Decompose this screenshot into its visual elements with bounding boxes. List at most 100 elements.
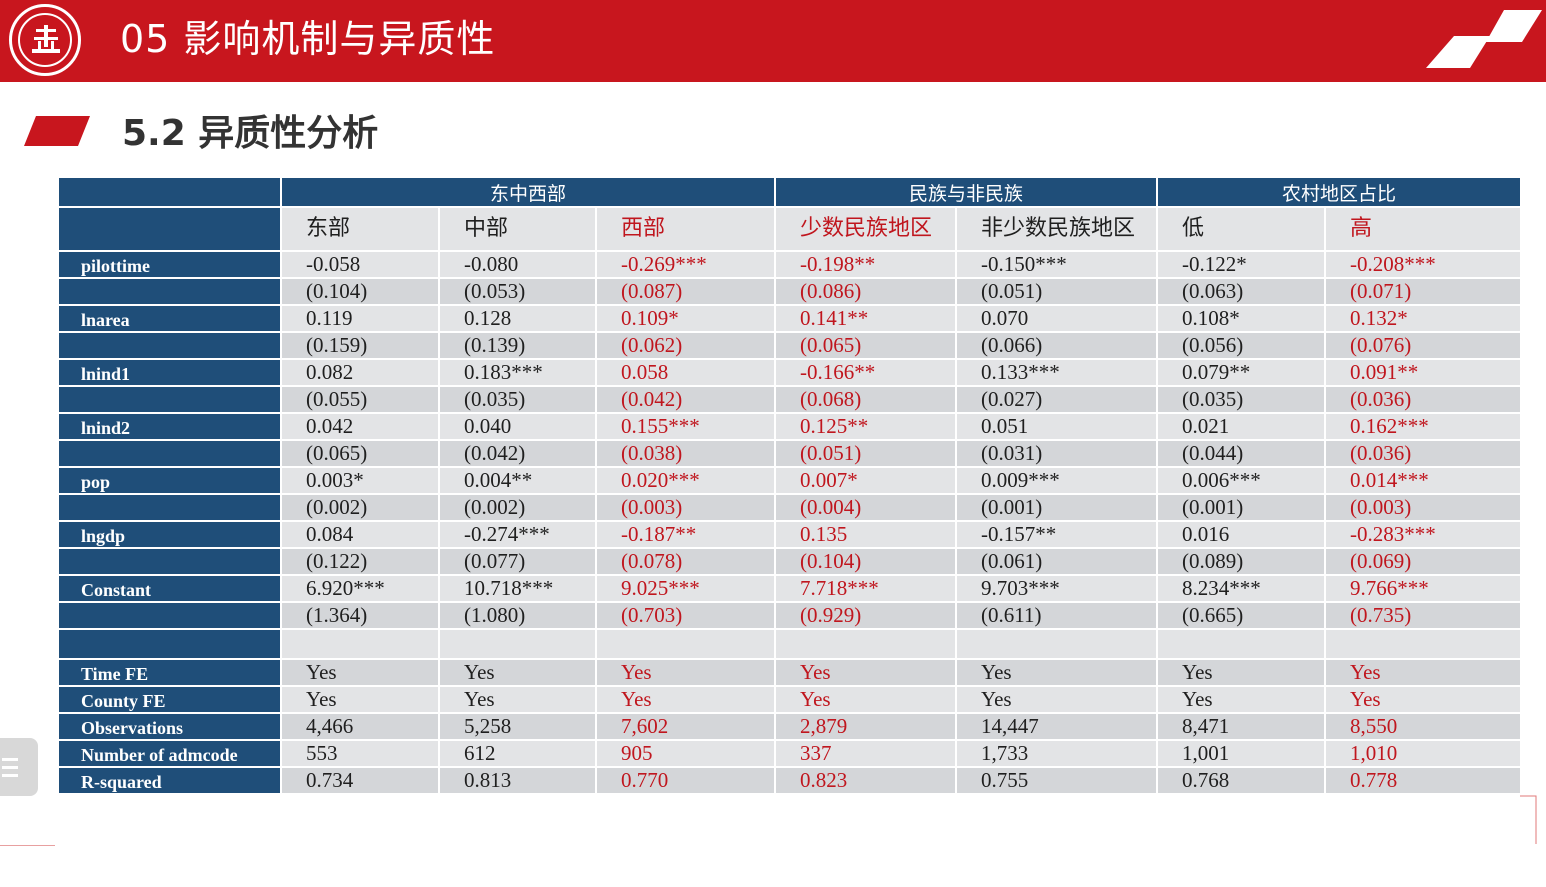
table-cell: 5,258: [438, 712, 597, 741]
table-row: R-squared 0.734 0.813 0.770 0.823 0.755 0.768 0…: [57, 766, 1523, 795]
table-cell: Yes: [1156, 685, 1327, 714]
table-cell: (0.104): [774, 547, 958, 576]
table-cell: 8.234***: [1156, 574, 1327, 603]
table-cell: [594, 628, 777, 660]
table-cell: 0.823: [774, 766, 958, 795]
table-cell: 7,602: [594, 712, 777, 741]
table-cell: (0.042): [594, 385, 777, 414]
table-cell: (0.071): [1324, 277, 1523, 306]
table-cell: 0.058: [594, 358, 777, 387]
table-cell: -0.283***: [1324, 520, 1523, 549]
table-cell: Yes: [774, 685, 958, 714]
table-cell: -0.274***: [438, 520, 597, 549]
row-label: [57, 206, 282, 252]
row-label: Time FE: [57, 658, 282, 687]
table-cell: 0.108*: [1156, 304, 1327, 333]
table-row: (1.364) (1.080) (0.703) (0.929) (0.611) (0.66…: [57, 601, 1523, 630]
table-cell: [1156, 628, 1327, 660]
table-cell: (0.036): [1324, 385, 1523, 414]
table-cell: 0.125**: [774, 412, 958, 441]
table-cell: (0.703): [594, 601, 777, 630]
table-row: Time FE Yes Yes Yes Yes Yes Yes Yes: [57, 658, 1523, 687]
table-cell: (0.069): [1324, 547, 1523, 576]
table-row: lngdp 0.084 -0.274*** -0.187** 0.135 -0.157**…: [57, 520, 1523, 549]
table-cell: Yes: [438, 685, 597, 714]
column-header-row: 东部 中部 西部 少数民族地区 非少数民族地区低高: [57, 206, 1523, 252]
table-cell: (0.062): [594, 331, 777, 360]
row-label: [57, 385, 282, 414]
table-cell: 0.091**: [1324, 358, 1523, 387]
table-cell: 10.718***: [438, 574, 597, 603]
table-cell: (0.076): [1324, 331, 1523, 360]
table-cell: 1,010: [1324, 739, 1523, 768]
table-cell: (0.031): [955, 439, 1159, 468]
row-label: Observations: [57, 712, 282, 741]
table-cell: (0.051): [774, 439, 958, 468]
table-cell: (0.065): [774, 331, 958, 360]
table-cell: 0.132*: [1324, 304, 1523, 333]
table-cell: -0.080: [438, 250, 597, 279]
table-cell: 0.021: [1156, 412, 1327, 441]
table-cell: 1,733: [955, 739, 1159, 768]
table-cell: (0.068): [774, 385, 958, 414]
table-cell: 9.025***: [594, 574, 777, 603]
row-label: lnind2: [57, 412, 282, 441]
table-cell: Yes: [1324, 685, 1523, 714]
table-cell: Yes: [774, 658, 958, 687]
table-cell: (0.159): [280, 331, 440, 360]
table-cell: (0.063): [1156, 277, 1327, 306]
row-label: pop: [57, 466, 282, 495]
table-row: (0.122) (0.077) (0.078) (0.104) (0.061) (0.08…: [57, 547, 1523, 576]
table-cell: 2,879: [774, 712, 958, 741]
table-cell: (0.122): [280, 547, 440, 576]
table-cell: 0.770: [594, 766, 777, 795]
table-cell: (0.003): [594, 493, 777, 522]
table-cell: (0.056): [1156, 331, 1327, 360]
table-cell: 0.755: [955, 766, 1159, 795]
group-header: 农村地区占比: [1156, 176, 1523, 208]
table-cell: 0.135: [774, 520, 958, 549]
table-cell: (0.929): [774, 601, 958, 630]
table-cell: (0.611): [955, 601, 1159, 630]
table-cell: (0.004): [774, 493, 958, 522]
table-cell: (0.035): [438, 385, 597, 414]
university-logo: [9, 4, 81, 76]
table-cell: 0.020***: [594, 466, 777, 495]
table-cell: (0.055): [280, 385, 440, 414]
table-cell: [1324, 628, 1523, 660]
table-cell: (0.077): [438, 547, 597, 576]
table-cell: 0.016: [1156, 520, 1327, 549]
table-cell: (0.053): [438, 277, 597, 306]
table-cell: 9.703***: [955, 574, 1159, 603]
table-cell: 8,471: [1156, 712, 1327, 741]
row-label: [57, 277, 282, 306]
table-cell: 0.109*: [594, 304, 777, 333]
table-cell: 0.155***: [594, 412, 777, 441]
table-cell: [438, 628, 597, 660]
table-row: Number of admcode 553 612 905 337 1,733 1,001 1…: [57, 739, 1523, 768]
table-cell: 9.766***: [1324, 574, 1523, 603]
side-menu-toggle[interactable]: [0, 738, 38, 796]
table-cell: -0.269***: [594, 250, 777, 279]
table-cell: 1,001: [1156, 739, 1327, 768]
table-cell: 0.007*: [774, 466, 958, 495]
table-cell: 0.009***: [955, 466, 1159, 495]
table-cell: Yes: [1156, 658, 1327, 687]
table-cell: 0.051: [955, 412, 1159, 441]
row-label: Constant: [57, 574, 282, 603]
row-label: lngdp: [57, 520, 282, 549]
table-cell: Yes: [280, 658, 440, 687]
row-label: R-squared: [57, 766, 282, 795]
table-cell: Yes: [438, 658, 597, 687]
table-row: Observations 4,466 5,258 7,602 2,879 14,447 8,…: [57, 712, 1523, 741]
table-row: pilottime -0.058 -0.080 -0.269*** -0.198** -0…: [57, 250, 1523, 279]
table-cell: 14,447: [955, 712, 1159, 741]
divider: [0, 845, 55, 846]
table-cell: Yes: [955, 658, 1159, 687]
table-cell: (1.364): [280, 601, 440, 630]
table-cell: (0.066): [955, 331, 1159, 360]
table-cell: -0.187**: [594, 520, 777, 549]
table-cell: (0.002): [438, 493, 597, 522]
table-cell: (0.001): [1156, 493, 1327, 522]
row-label: Number of admcode: [57, 739, 282, 768]
